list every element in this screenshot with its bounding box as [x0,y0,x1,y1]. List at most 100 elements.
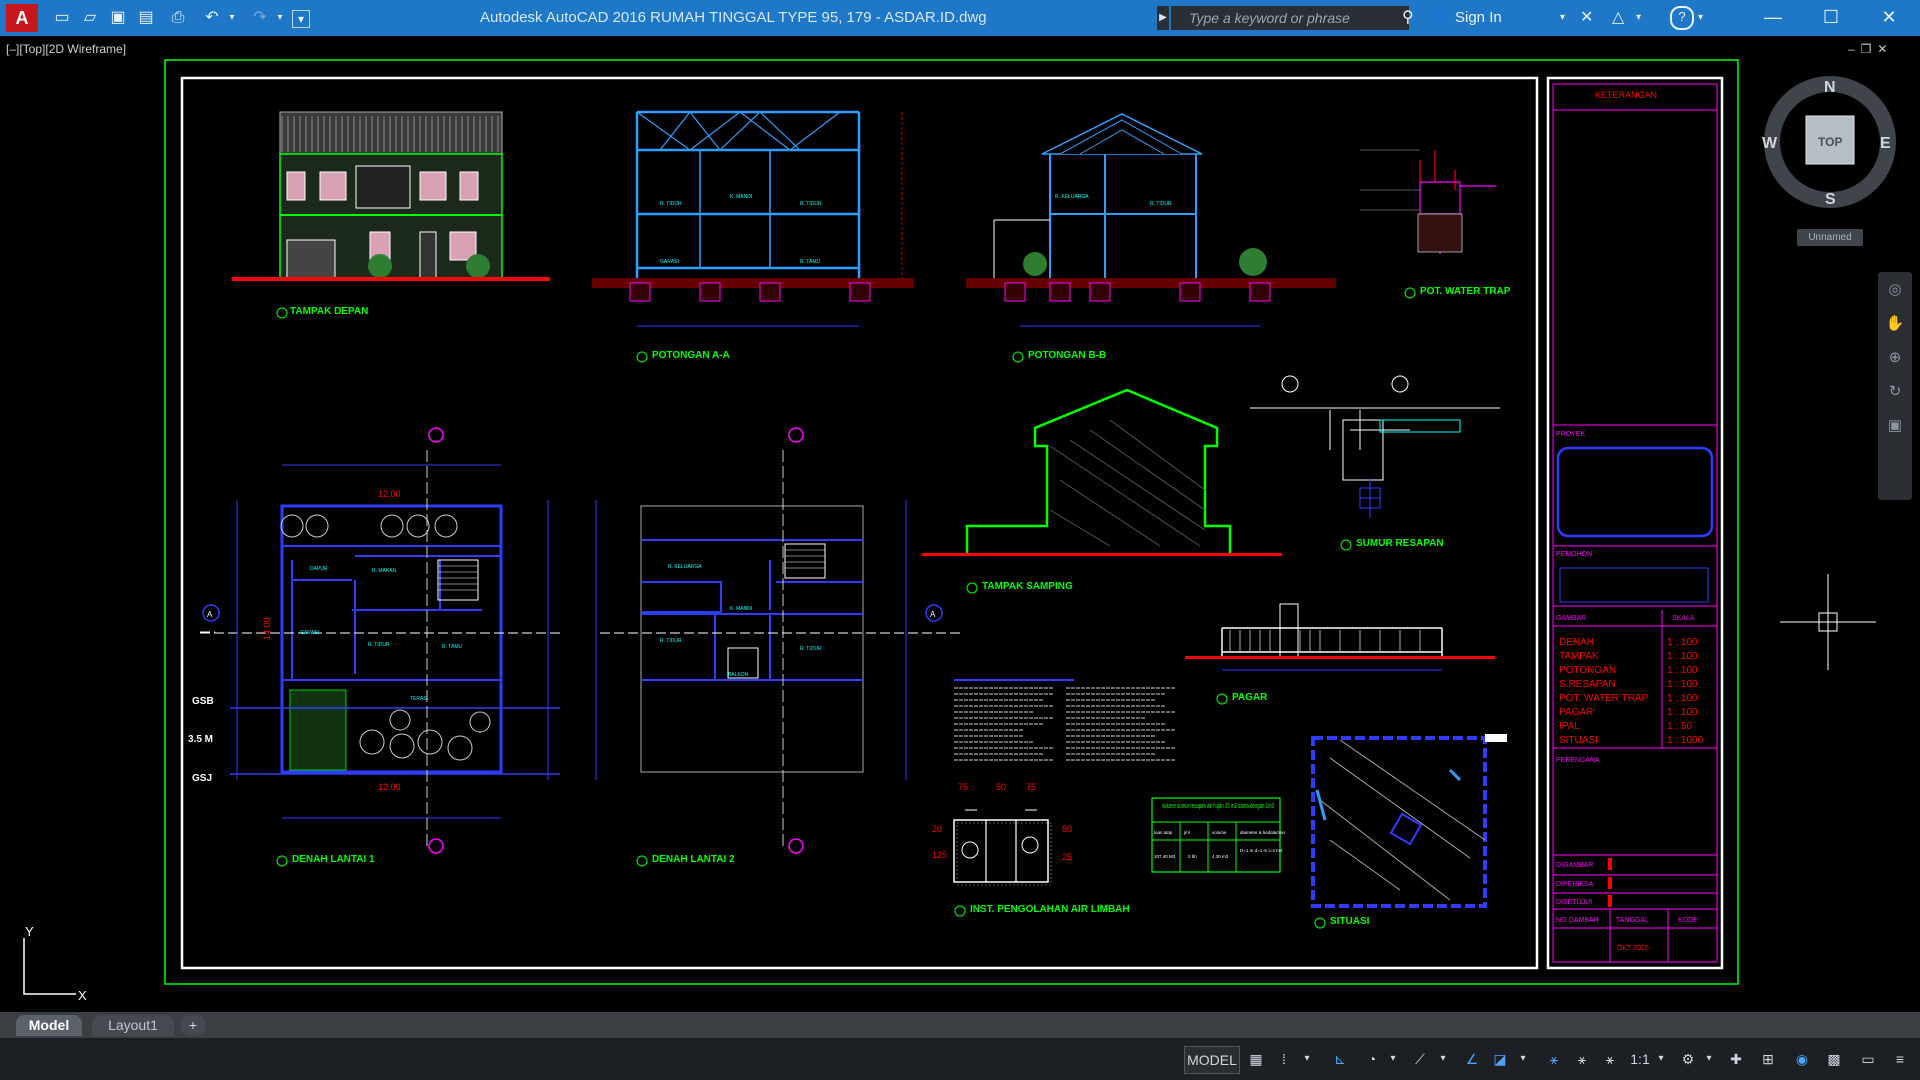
units-icon[interactable]: ⊞ [1756,1046,1780,1072]
workspace-switching-icon[interactable]: ⚙ [1676,1046,1700,1072]
window-title: Autodesk AutoCAD 2016 RUMAH TINGGAL TYPE… [480,9,987,26]
workspace-dropdown-icon[interactable]: ▾ [1702,1046,1716,1072]
table-cell: 107.40 M2 [1154,854,1176,859]
undo-icon[interactable]: ↶ [202,8,222,28]
binoculars-search-icon[interactable]: ⚲ [1402,6,1414,30]
svg-text:A: A [207,610,213,619]
room-r-tidur-2: R. TIDUR [660,638,682,644]
tb-tanggal: TANGGAL [1616,917,1649,924]
pan-icon[interactable]: ✋ [1883,312,1907,336]
grid-icon[interactable]: ▦ [1244,1046,1268,1072]
room-r-tidur-3: R. TIDUR [800,646,822,652]
compass-west[interactable]: W [1762,135,1778,152]
tab-model[interactable]: Model [16,1015,82,1036]
close-button[interactable]: ✕ [1860,0,1918,36]
new-file-icon[interactable]: ▭ [52,8,72,28]
autocad-app-menu-icon[interactable]: A [6,4,38,32]
room-r-makan: R. MAKAN [372,568,397,574]
svg-text:R. TIDUR: R. TIDUR [800,201,822,207]
sign-in-dropdown-icon[interactable]: ▾ [1560,6,1565,30]
dim-width-bottom: 12.00 [378,782,401,792]
add-layout-button[interactable]: + [180,1015,206,1036]
isometric-icon[interactable]: ⟋ [1408,1046,1432,1072]
compass-east[interactable]: E [1880,135,1891,152]
room-kamar-mandi: K. MANDI [730,606,752,612]
snap-icon[interactable]: ⁞ [1272,1046,1296,1072]
ucs-dropdown[interactable]: Unnamed [1797,229,1863,246]
undo-dropdown-icon[interactable]: ▾ [222,8,242,28]
help-icon[interactable]: ? [1670,6,1694,30]
polar-tracking-icon[interactable]: ◔ [1360,1046,1384,1072]
open-file-icon[interactable]: ▱ [80,8,100,28]
drawing-list: DENAH 1 : 100 TAMPAK 1 : 100 POTONGAN 1 … [1559,637,1704,746]
object-snap-dropdown-icon[interactable]: ▾ [1516,1046,1530,1072]
object-snap-icon[interactable]: ◪ [1488,1046,1512,1072]
tb-proyek: PROYEK [1556,431,1586,438]
tb-disetujui: DISETUJUI [1556,899,1592,906]
room-dapur: DAPUR [310,566,328,572]
room-r-tidur: R. TIDUR [368,642,390,648]
tb-kode: KODE [1678,917,1698,924]
isolate-objects-icon[interactable]: ◉ [1790,1046,1814,1072]
zoom-extents-icon[interactable]: ⊕ [1883,346,1907,370]
plot-icon[interactable]: ⎙ [168,8,188,28]
search-expand-icon[interactable]: ▶ [1157,6,1169,30]
label-situasi: SITUASI [1330,916,1370,927]
table-header: jml [1183,830,1190,835]
tab-layout1[interactable]: Layout1 [92,1015,174,1036]
hardware-acceleration-icon[interactable]: ▩ [1822,1046,1846,1072]
compass-south[interactable]: S [1825,191,1836,208]
tb-item-scale: 1 : 1000 [1667,735,1704,746]
search-input[interactable]: Type a keyword or phrase [1171,6,1409,30]
svg-text:R. TAMU: R. TAMU [800,259,820,265]
tb-item-scale: 1 : 100 [1667,651,1698,662]
stay-connected-dropdown-icon[interactable]: ▾ [1636,6,1641,30]
annotation-scale-icon[interactable]: ⚹ [1598,1046,1622,1072]
compass-north[interactable]: N [1824,79,1836,96]
full-navigation-wheel-icon[interactable]: ◎ [1883,278,1907,302]
snap-dropdown-icon[interactable]: ▾ [1300,1046,1314,1072]
water-trap-detail [1360,149,1496,254]
infiltration-well-table: volume sumur resapan air hujan 25 m2 sam… [1151,797,1286,873]
redo-dropdown-icon[interactable]: ▾ [270,8,290,28]
viewcube-top-face[interactable]: TOP [1818,135,1842,149]
customization-icon[interactable]: ≡ [1888,1046,1912,1072]
orbit-icon[interactable]: ↻ [1883,380,1907,404]
minimize-button[interactable]: — [1744,0,1802,36]
annotation-visibility-icon[interactable]: ⚹ [1542,1046,1566,1072]
status-bar: MODEL ▦ ⁞ ▾ ⊾ ◔ ▾ ⟋ ▾ ∠ ◪ ▾ ⚹ ⚹ ⚹ 1:1 ▾ … [0,1038,1920,1080]
maximize-button[interactable]: ☐ [1802,0,1860,36]
svg-text:A: A [930,610,936,619]
user-icon[interactable]: 👤 [1430,6,1450,30]
save-as-icon[interactable]: ▤ [136,8,156,28]
save-icon[interactable]: ▣ [108,8,128,28]
sign-in-button[interactable]: Sign In [1455,6,1502,30]
stay-connected-icon[interactable]: △ [1612,6,1624,30]
showmotion-icon[interactable]: ▣ [1883,414,1907,438]
redo-icon[interactable]: ↷ [250,8,270,28]
tb-item-scale: 1 : 100 [1667,693,1698,704]
room-teras: TERAS [410,696,427,702]
table-header: luas atap [1154,830,1173,835]
room-garasi: GARASI [300,630,319,636]
viewcube[interactable]: TOP N S E W [1762,76,1896,208]
help-dropdown-icon[interactable]: ▾ [1698,6,1703,30]
ortho-icon[interactable]: ⊾ [1328,1046,1352,1072]
annotation-scale-value[interactable]: 1:1 [1626,1046,1654,1072]
scale-dropdown-icon[interactable]: ▾ [1654,1046,1668,1072]
model-space-button[interactable]: MODEL [1184,1046,1240,1074]
isometric-dropdown-icon[interactable]: ▾ [1436,1046,1450,1072]
exchange-apps-icon[interactable]: ✕ [1580,6,1593,30]
auto-scale-icon[interactable]: ⚹ [1570,1046,1594,1072]
tb-digambar: DIGAMBAR [1556,862,1593,869]
polar-dropdown-icon[interactable]: ▾ [1386,1046,1400,1072]
navigation-bar: ◎ ✋ ⊕ ↻ ▣ [1878,272,1912,500]
tb-item-scale: 1 : 100 [1667,679,1698,690]
object-snap-tracking-icon[interactable]: ∠ [1460,1046,1484,1072]
label-water-trap: POT. WATER TRAP [1420,286,1511,297]
annotation-monitor-icon[interactable]: ✚ [1724,1046,1748,1072]
tb-item-name: DENAH [1559,637,1594,648]
drawing-canvas[interactable]: TAMPAK DEPAN R. TIDUR K. MANDI R. TIDUR … [0,36,1920,1012]
customize-quick-access-icon[interactable]: ▾ [292,10,310,28]
clean-screen-icon[interactable]: ▭ [1856,1046,1880,1072]
